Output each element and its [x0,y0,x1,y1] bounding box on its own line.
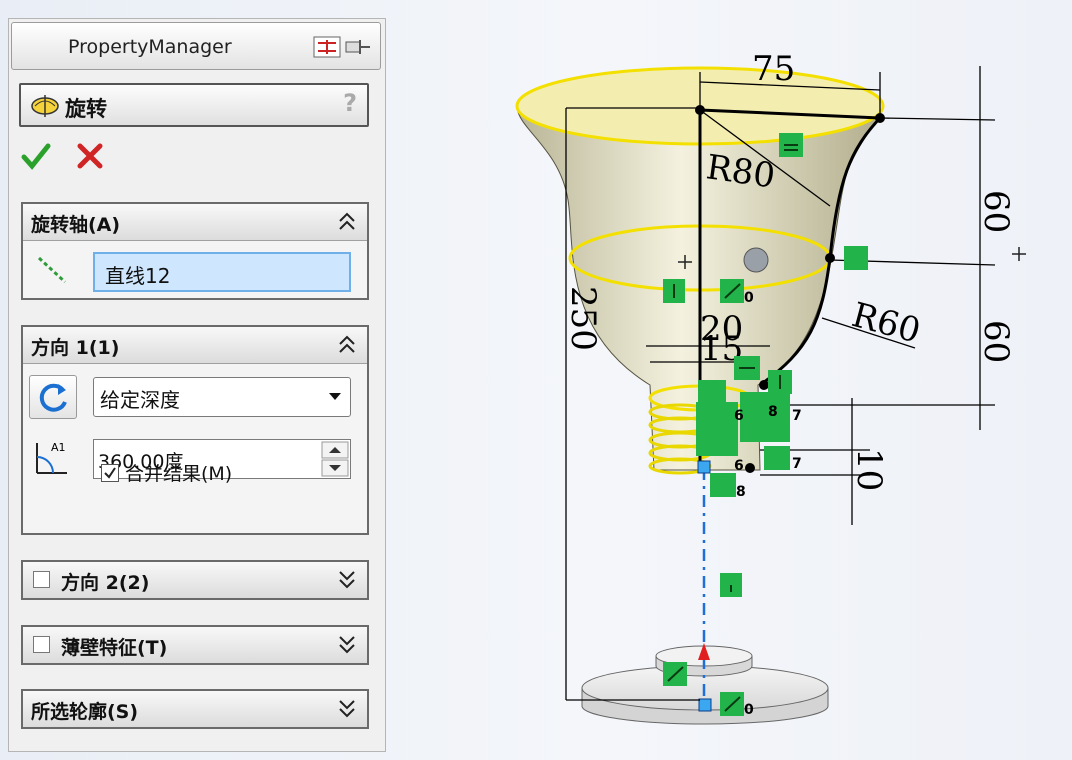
relation-count: 6 [734,458,744,474]
dimension-60-upper[interactable]: 60 [976,190,1016,233]
equal-relation-icon[interactable] [764,446,790,470]
relation-count: 0 [744,290,754,306]
merge-checkbox-box[interactable] [101,464,119,482]
reverse-direction-button[interactable] [29,375,77,419]
group-axis-header[interactable]: 旋转轴(A) [23,204,367,241]
sketch-point[interactable] [697,460,711,474]
help-icon[interactable]: ? [343,89,357,117]
feature-title: 旋转 [65,97,107,121]
svg-text:A1: A1 [51,441,66,454]
group-selected-contours: 所选轮廓(S) [21,689,369,729]
relation-count: 6 [734,408,744,424]
tangent-relation-icon[interactable] [844,246,868,270]
chevron-down-icon[interactable] [337,696,357,720]
chevron-down-icon[interactable] [337,567,357,591]
chevron-up-icon[interactable] [337,332,357,356]
relation-cluster-icon[interactable] [740,392,790,442]
angle-icon: A1 [36,441,67,474]
sketch-vertex[interactable] [875,113,885,123]
group-thin-header[interactable]: 薄壁特征(T) [23,627,367,663]
merge-result-checkbox[interactable]: 合并结果(M) [101,459,232,486]
revolve-icon [31,95,59,117]
ok-check-icon[interactable] [21,141,51,171]
thin-feature-checkbox[interactable] [33,636,50,653]
property-manager-header: PropertyManager [11,22,381,70]
group-direction2-header[interactable]: 方向 2(2) [23,562,367,598]
sketch-vertex[interactable] [745,463,755,473]
group-direction2: 方向 2(2) [21,560,369,600]
feature-header: 旋转 ? [19,83,369,127]
relation-count: 0 [744,702,754,718]
dimension-250[interactable]: 250 [563,286,603,351]
check-icon [104,467,116,479]
reverse-direction-icon [39,383,67,412]
group-axis-title: 旋转轴(A) [31,214,121,236]
angle-spinner[interactable] [321,441,349,477]
group-thin-feature: 薄壁特征(T) [21,625,369,665]
relation-cluster-icon[interactable] [696,402,738,456]
axis-selection-value: 直线12 [105,264,171,288]
pin-icon[interactable] [312,34,372,60]
sketch-point[interactable] [698,698,712,712]
pm-header-icons [312,34,372,64]
group-direction1-title: 方向 1(1) [31,337,120,359]
dimension-75[interactable]: 75 [752,49,795,89]
relation-count: 7 [792,456,802,472]
group-contours-title: 所选轮廓(S) [31,701,139,723]
merge-result-label: 合并结果(M) [125,463,233,485]
relation-count: 8 [768,404,778,420]
property-manager-panel: PropertyManager 旋转 ? 旋转轴(A) 直线12 方向 1(1)… [8,18,386,752]
dimension-r60[interactable]: R60 [848,295,925,351]
sketch-vertex[interactable] [825,253,835,263]
rotate-view-icon[interactable] [743,247,769,273]
group-direction1-header[interactable]: 方向 1(1) [23,327,367,364]
group-thin-title: 薄壁特征(T) [61,637,168,659]
spin-arrows-icon [321,441,349,477]
group-axis: 旋转轴(A) 直线12 [21,202,369,300]
equal-relation-icon[interactable] [710,473,736,497]
chevron-up-icon[interactable] [337,209,357,233]
sketch-vertex[interactable] [695,105,705,115]
graphics-area[interactable]: 75 R80 60 250 20 15 R60 60 10 0 6 7 8 6 … [390,0,1072,760]
group-contours-header[interactable]: 所选轮廓(S) [23,691,367,727]
relation-count: 7 [792,408,802,424]
axis-line-icon [37,256,67,284]
end-condition-select[interactable]: 给定深度 [93,377,351,417]
direction2-checkbox[interactable] [33,571,50,588]
chevron-down-icon [329,393,341,400]
relation-count: 8 [736,484,746,500]
cancel-x-icon[interactable] [75,141,105,171]
group-direction1: 方向 1(1) 给定深度 A1 360.00度 合并结果(M) [21,325,369,535]
axis-selection-field[interactable]: 直线12 [93,252,351,292]
sketch-vertex[interactable] [759,380,769,390]
group-direction2-title: 方向 2(2) [61,572,150,594]
chevron-down-icon[interactable] [337,632,357,656]
dimension-10[interactable]: 10 [849,448,889,491]
dimension-60-lower[interactable]: 60 [976,320,1016,363]
property-manager-title: PropertyManager [68,36,232,58]
end-condition-value: 给定深度 [100,388,180,412]
